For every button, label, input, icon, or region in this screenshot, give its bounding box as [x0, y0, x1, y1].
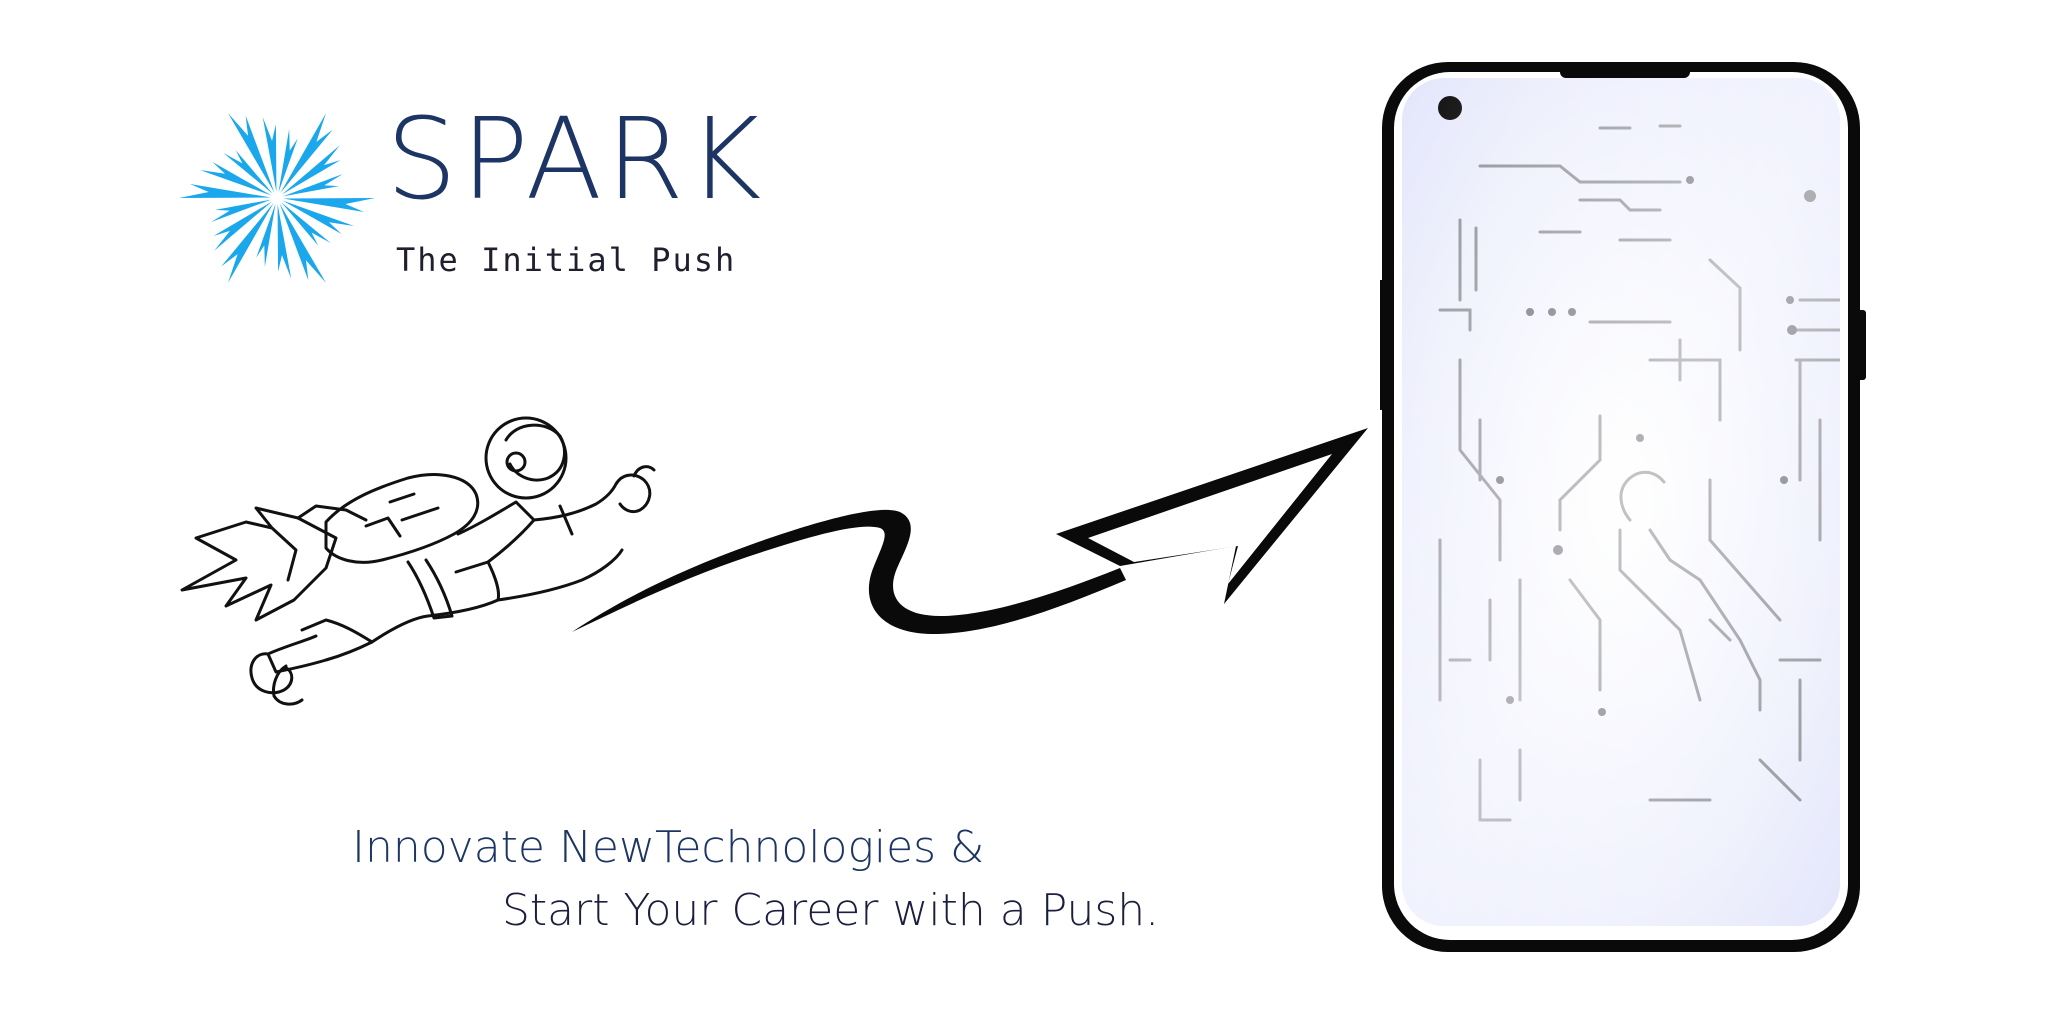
headline-line-1: Innovate NewTechnologies & [352, 822, 985, 873]
smartphone-circuit-icon [1380, 62, 1866, 952]
spark-logo-icon [179, 113, 375, 283]
brand-title: SPARK [386, 95, 766, 225]
headline-line-2: Start Your Career with a Push. [502, 885, 1160, 936]
logo-ray [179, 183, 272, 198]
curvy-arrow-icon [572, 428, 1368, 634]
brand-tagline: The Initial Push [396, 241, 737, 279]
logo-ray [282, 198, 375, 213]
